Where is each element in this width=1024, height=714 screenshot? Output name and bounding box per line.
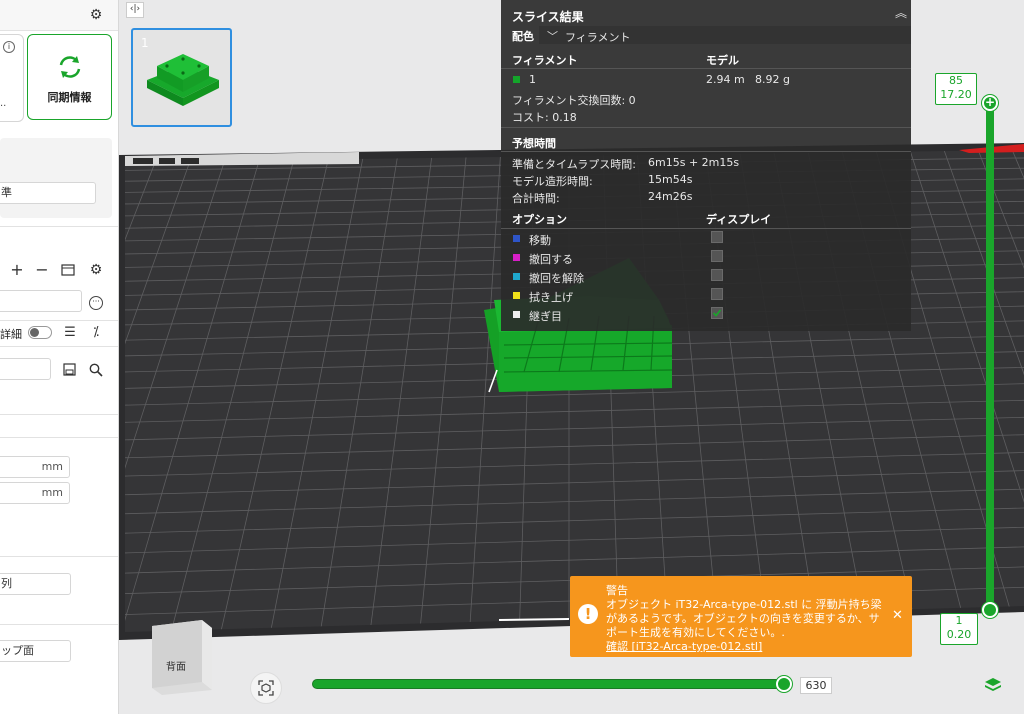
options-column-header: オプション: [512, 213, 567, 226]
warning-notification: ! 警告 オブジェクト iT32-Arca-type-012.stl に 浮動片…: [570, 576, 912, 657]
bottom-layer-number: 1: [955, 614, 963, 627]
color-scheme-select[interactable]: ﹀ フィラメント: [539, 26, 911, 44]
view-cube-face-label: 背面: [166, 660, 186, 673]
filament-color-swatch: [513, 76, 520, 83]
left-sidebar: ⚙ i .. 同期情報 準 + − ⚙ ··· 詳細 ☰ ⁒ mm mm 列 ッ…: [0, 0, 119, 714]
preset-section: [0, 138, 112, 218]
top-layer-handle[interactable]: +: [982, 95, 998, 111]
model-column-header: モデル: [706, 54, 739, 67]
time-value: 6m15s + 2m15s: [648, 156, 740, 169]
more-icon[interactable]: ···: [89, 296, 103, 310]
model-weight: 8.92 g: [755, 73, 790, 86]
option-label: 撤回する: [529, 253, 573, 266]
preset-select[interactable]: 準: [0, 182, 96, 204]
sync-info-label: 同期情報: [47, 91, 92, 104]
top-layer-label: 85 17.20: [935, 73, 977, 105]
filament-id: 1: [529, 73, 536, 86]
remove-icon[interactable]: −: [34, 262, 50, 278]
slice-result-panel: スライス結果 ︽ 配色 ﹀ フィラメント フィラメント モデル 1 2.94 m…: [501, 0, 911, 331]
value-field-1[interactable]: mm: [0, 456, 70, 478]
time-label: 準備とタイムラプス時間:: [512, 158, 636, 171]
option-color-swatch: [513, 254, 520, 261]
time-header: 予想時間: [512, 137, 556, 150]
gear-icon[interactable]: ⚙: [88, 7, 104, 23]
camera-reset-button[interactable]: [250, 672, 282, 704]
filament-column-header: フィラメント: [512, 54, 578, 67]
option-color-swatch: [513, 292, 520, 299]
sync-info-button[interactable]: 同期情報: [27, 34, 112, 120]
model-thumbnail: [147, 54, 219, 106]
chevron-down-icon: ﹀: [547, 30, 558, 43]
layers-icon[interactable]: [984, 676, 1002, 694]
unit-label: mm: [41, 486, 63, 499]
value-field-2[interactable]: mm: [0, 482, 70, 504]
process-select[interactable]: [0, 290, 82, 312]
bottom-layer-label: 1 0.20: [940, 613, 978, 645]
option-label: 移動: [529, 234, 551, 247]
cost-text: コスト: 0.18: [512, 111, 577, 124]
display-column-header: ディスプレイ: [706, 213, 772, 226]
plate-settings-icon[interactable]: [61, 263, 76, 277]
panel-title: スライス結果: [512, 10, 584, 24]
color-scheme-value: フィラメント: [565, 31, 631, 44]
collapse-icon[interactable]: ︽: [895, 4, 907, 21]
bottom-layer-handle[interactable]: [982, 602, 998, 618]
model-length: 2.94 m: [706, 73, 745, 86]
list-icon[interactable]: ☰: [62, 325, 78, 341]
collapse-sidebar-icon[interactable]: ‹|›: [126, 2, 144, 18]
save-icon[interactable]: [63, 363, 76, 376]
compare-icon[interactable]: ⁒: [88, 325, 104, 341]
settings-gear-icon[interactable]: ⚙: [88, 262, 104, 278]
plate-thumbnail[interactable]: 1: [131, 28, 232, 127]
bottom-layer-height: 0.20: [946, 628, 972, 641]
time-value: 15m54s: [648, 173, 693, 186]
option-label: 撤回を解除: [529, 272, 584, 285]
gcode-move-handle[interactable]: [776, 676, 792, 692]
sync-icon: [59, 56, 81, 78]
gcode-move-slider-track[interactable]: [312, 679, 784, 689]
option-checkbox[interactable]: [711, 288, 723, 300]
add-icon[interactable]: +: [9, 262, 25, 278]
time-value: 24m26s: [648, 190, 693, 203]
filament-change-count: フィラメント交換回数: 0: [512, 94, 636, 107]
top-layer-height: 17.20: [940, 88, 972, 101]
detail-label: 詳細: [0, 328, 22, 341]
option-checkbox[interactable]: [711, 307, 723, 319]
search-input[interactable]: [0, 358, 51, 380]
option-color-swatch: [513, 235, 520, 242]
warning-link[interactable]: 確認 [iT32-Arca-type-012.stl]: [606, 638, 762, 654]
option-checkbox[interactable]: [711, 269, 723, 281]
time-label: モデル造形時間:: [512, 175, 593, 188]
info-icon[interactable]: i: [3, 41, 15, 53]
option-color-swatch: [513, 311, 520, 318]
warning-icon: !: [578, 604, 598, 624]
gcode-move-value: 630: [800, 677, 832, 694]
select-field-4[interactable]: ップ面: [0, 640, 71, 662]
time-label: 合計時間:: [512, 192, 560, 205]
option-checkbox[interactable]: [711, 250, 723, 262]
select-field-3[interactable]: 列: [0, 573, 71, 595]
search-icon[interactable]: [89, 363, 103, 377]
top-layer-number: 85: [949, 74, 963, 87]
view-cube[interactable]: 背面: [152, 620, 212, 695]
option-color-swatch: [513, 273, 520, 280]
detail-toggle[interactable]: [28, 326, 52, 339]
ellipsis-text: ..: [0, 98, 7, 109]
option-label: 拭き上げ: [529, 291, 573, 304]
close-icon[interactable]: ✕: [892, 608, 903, 623]
unit-label: mm: [41, 460, 63, 473]
plus-icon: +: [984, 95, 996, 109]
option-label: 継ぎ目: [529, 310, 562, 323]
option-checkbox[interactable]: [711, 231, 723, 243]
camera-view-icon: [258, 680, 274, 696]
layer-slider-track[interactable]: [986, 104, 994, 610]
color-scheme-label: 配色: [512, 30, 534, 43]
